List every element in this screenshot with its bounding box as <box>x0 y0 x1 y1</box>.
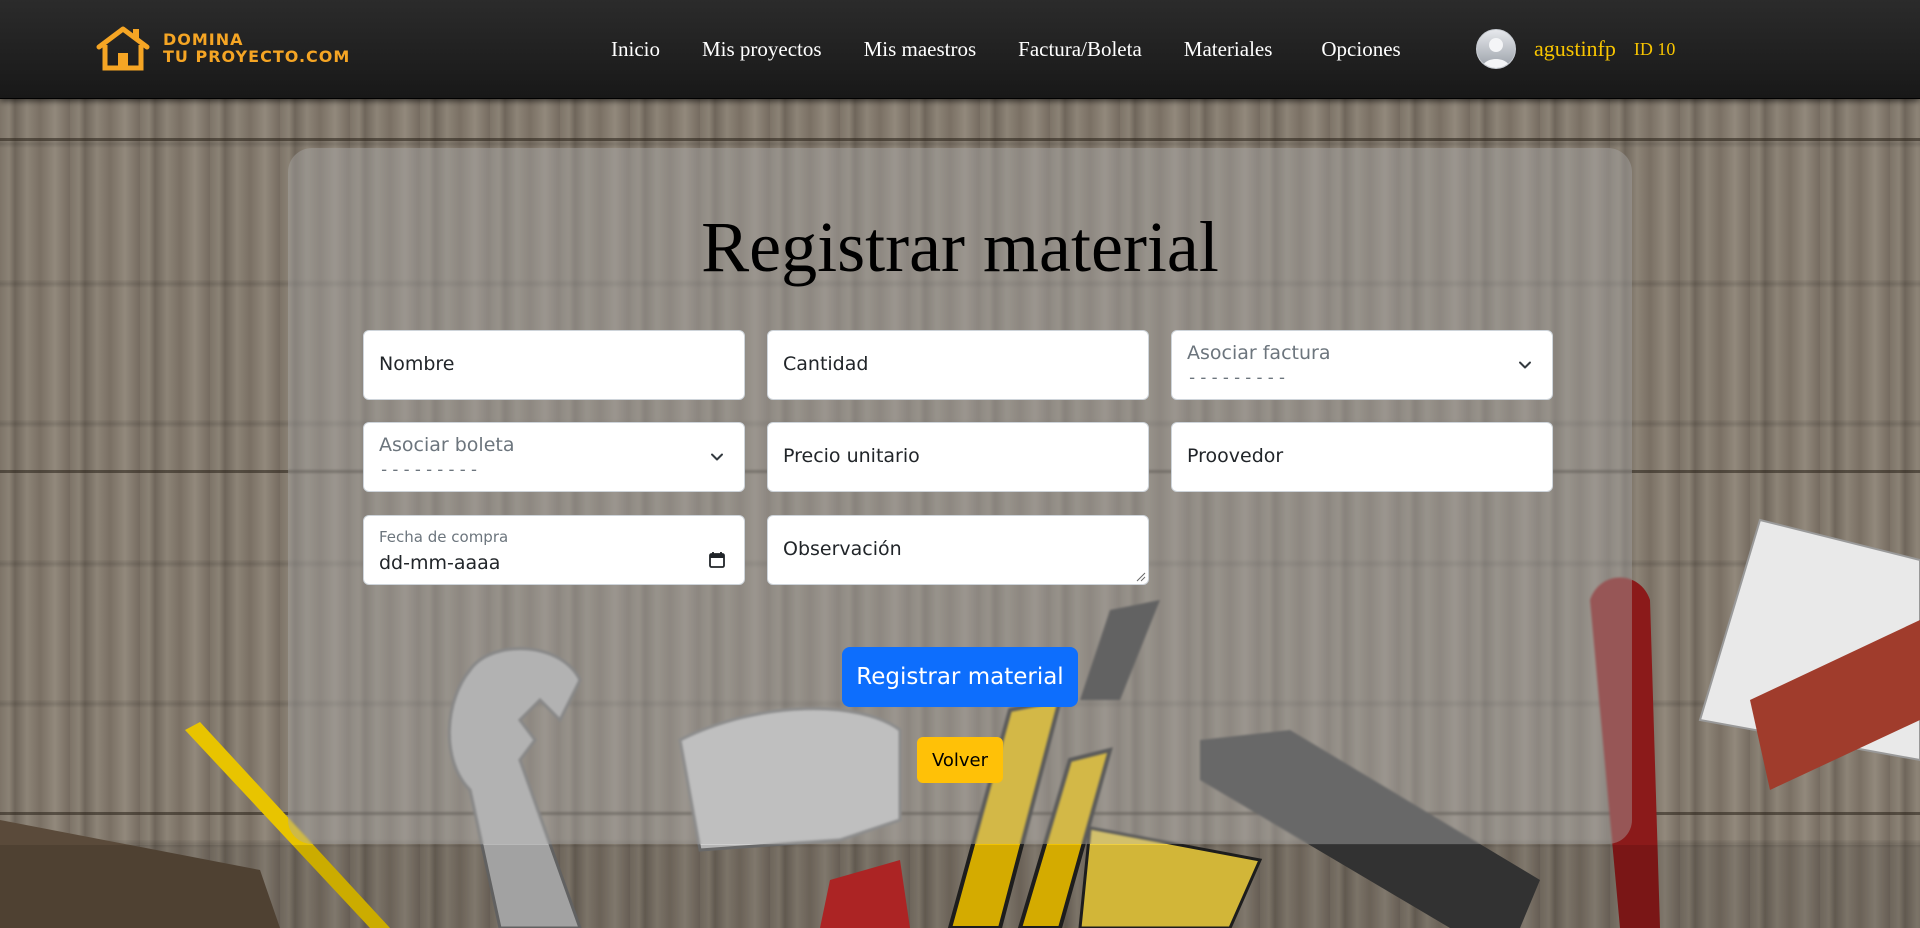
nav-factura-boleta[interactable]: Factura/Boleta <box>1018 37 1142 62</box>
cantidad-placeholder: Cantidad <box>783 353 869 375</box>
proovedor-placeholder: Proovedor <box>1187 445 1284 467</box>
nav-mis-proyectos[interactable]: Mis proyectos <box>702 37 822 62</box>
user-avatar-icon[interactable] <box>1476 29 1516 69</box>
asociar-factura-value: --------- <box>1187 368 1289 388</box>
nav-opciones[interactable]: Opciones <box>1321 37 1400 62</box>
asociar-factura-select[interactable]: Asociar factura --------- <box>1171 330 1553 400</box>
asociar-factura-label: Asociar factura <box>1187 342 1331 364</box>
nombre-placeholder: Nombre <box>379 353 455 375</box>
chevron-down-icon <box>711 453 723 461</box>
precio-unitario-input[interactable]: Precio unitario <box>767 422 1149 492</box>
brand-logo[interactable]: DOMINA TU PROYECTO.COM <box>95 24 350 72</box>
page-title: Registrar material <box>701 207 1219 287</box>
nav-mis-maestros[interactable]: Mis maestros <box>864 37 977 62</box>
asociar-boleta-label: Asociar boleta <box>379 434 515 456</box>
volver-button[interactable]: Volver <box>917 737 1003 783</box>
observacion-textarea[interactable]: Observación <box>767 515 1149 585</box>
brand-name: DOMINA TU PROYECTO.COM <box>163 31 350 65</box>
asociar-boleta-value: --------- <box>379 460 481 480</box>
footer-shade <box>0 845 1920 928</box>
fecha-compra-input[interactable]: Fecha de compra dd-mm-aaaa <box>363 515 745 585</box>
observacion-placeholder: Observación <box>783 538 902 560</box>
username[interactable]: agustinfp <box>1534 36 1616 62</box>
fecha-compra-value: dd-mm-aaaa <box>379 552 501 574</box>
chevron-down-icon <box>1519 361 1531 369</box>
user-menu[interactable]: agustinfp ID 10 <box>1476 0 1675 98</box>
user-id-badge: ID 10 <box>1633 38 1676 59</box>
cantidad-input[interactable]: Cantidad <box>767 330 1149 400</box>
brand-line-2: TU PROYECTO.COM <box>163 47 351 66</box>
nav-materiales[interactable]: Materiales <box>1184 37 1273 62</box>
registrar-material-button[interactable]: Registrar material <box>842 647 1078 707</box>
nav-inicio[interactable]: Inicio <box>611 37 660 62</box>
register-material-card: Registrar material Nombre Cantidad Asoci… <box>288 148 1632 844</box>
resize-handle-icon[interactable] <box>1136 572 1146 582</box>
top-navbar: DOMINA TU PROYECTO.COM Inicio Mis proyec… <box>0 0 1920 99</box>
brand-line-1: DOMINA <box>163 30 244 49</box>
main-nav: Inicio Mis proyectos Mis maestros Factur… <box>590 0 1422 98</box>
fecha-compra-label: Fecha de compra <box>379 528 509 546</box>
nombre-input[interactable]: Nombre <box>363 330 745 400</box>
calendar-icon[interactable] <box>708 551 726 569</box>
asociar-boleta-select[interactable]: Asociar boleta --------- <box>363 422 745 492</box>
proovedor-input[interactable]: Proovedor <box>1171 422 1553 492</box>
house-icon <box>96 26 150 71</box>
precio-unitario-placeholder: Precio unitario <box>783 445 920 467</box>
